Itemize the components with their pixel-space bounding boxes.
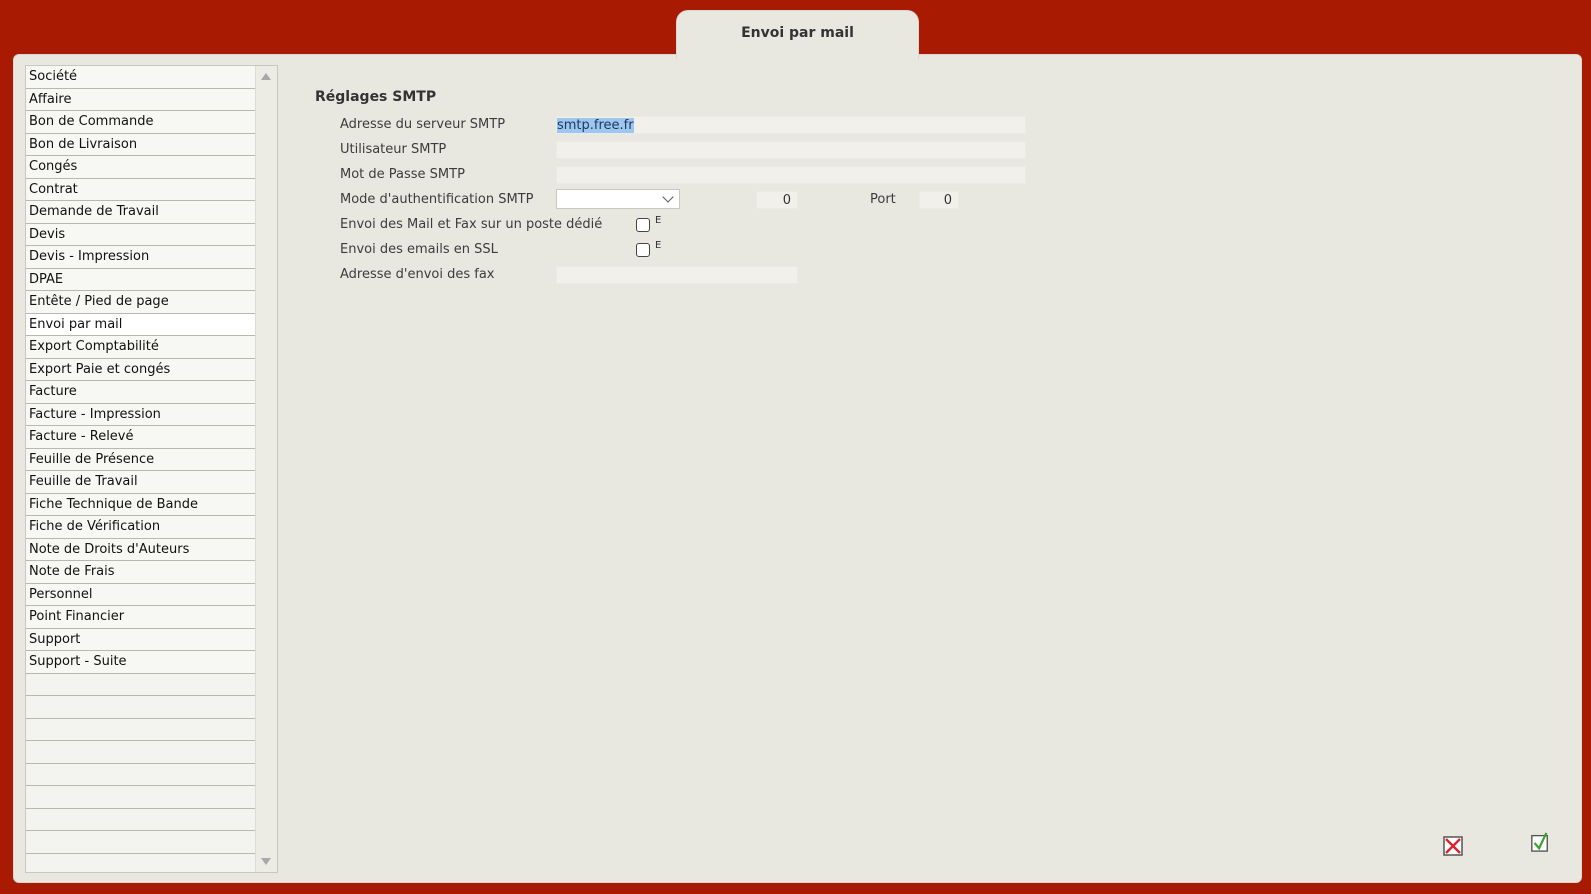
sidebar-item[interactable]: Demande de Travail (26, 201, 256, 224)
smtp-user-input[interactable] (556, 141, 1026, 159)
sidebar-item[interactable]: Affaire (26, 88, 256, 111)
auth-mode-label: Mode d'authentification SMTP (340, 192, 534, 207)
sidebar-item[interactable]: DPAE (26, 268, 256, 291)
sidebar-item[interactable]: Facture - Relevé (26, 426, 256, 449)
sidebar-empty-row (26, 853, 256, 872)
auth-number-input[interactable]: 0 (756, 191, 798, 209)
sidebar-item[interactable]: Bon de Livraison (26, 133, 256, 156)
cancel-x-icon[interactable] (1443, 836, 1463, 856)
smtp-server-label: Adresse du serveur SMTP (340, 117, 506, 132)
smtp-password-label: Mot de Passe SMTP (340, 167, 465, 182)
scroll-up-icon[interactable] (261, 73, 271, 80)
sidebar-empty-row (26, 696, 256, 719)
sidebar-empty-row (26, 673, 256, 696)
sidebar-scrollbar[interactable] (255, 66, 277, 872)
sidebar-item[interactable]: Entête / Pied de page (26, 291, 256, 314)
chevron-down-icon (662, 191, 674, 203)
smtp-server-value: smtp.free.fr (557, 118, 634, 133)
sidebar-item[interactable]: Bon de Commande (26, 111, 256, 134)
dedicated-post-checkbox[interactable] (636, 218, 650, 232)
sidebar-item[interactable]: Export Paie et congés (26, 358, 256, 381)
scroll-down-icon[interactable] (261, 858, 271, 865)
sidebar-item[interactable]: Support - Suite (26, 651, 256, 674)
sidebar-empty-row (26, 831, 256, 854)
sidebar-empty-row (26, 741, 256, 764)
sidebar-item[interactable]: Personnel (26, 583, 256, 606)
sidebar-item[interactable]: Facture - Impression (26, 403, 256, 426)
sidebar-item[interactable]: Fiche de Vérification (26, 516, 256, 539)
settings-sidebar: Société Affaire Bon de Commande Bon de Livr… (25, 65, 278, 873)
sidebar-item[interactable]: Feuille de Présence (26, 448, 256, 471)
sidebar-item[interactable]: Devis (26, 223, 256, 246)
sidebar-item[interactable]: Facture (26, 381, 256, 404)
sidebar-empty-row (26, 786, 256, 809)
sidebar-item[interactable]: Support (26, 628, 256, 651)
sidebar-empty-row (26, 763, 256, 786)
fax-address-label: Adresse d'envoi des fax (340, 267, 495, 282)
sidebar-item[interactable]: Feuille de Travail (26, 471, 256, 494)
sidebar-empty-row (26, 808, 256, 831)
sidebar-item[interactable]: Note de Frais (26, 561, 256, 584)
smtp-server-input[interactable]: smtp.free.fr (556, 116, 1026, 134)
sidebar-item[interactable]: Fiche Technique de Bande (26, 493, 256, 516)
tab-envoi-par-mail[interactable]: Envoi par mail (676, 10, 919, 59)
sidebar-item[interactable]: Contrat (26, 178, 256, 201)
sidebar-item[interactable]: Envoi par mail (26, 313, 256, 336)
confirm-check-icon[interactable] (1530, 832, 1550, 852)
sidebar-item[interactable]: Société (26, 66, 256, 89)
sidebar-item[interactable]: Congés (26, 156, 256, 179)
ssl-label: Envoi des emails en SSL (340, 242, 498, 257)
sidebar-item[interactable]: Point Financier (26, 606, 256, 629)
dedicated-post-label: Envoi des Mail et Fax sur un poste dédié (340, 217, 603, 232)
ssl-checkbox[interactable] (636, 243, 650, 257)
sidebar-list: Société Affaire Bon de Commande Bon de Livr… (26, 66, 256, 872)
ssl-tail: E (655, 240, 662, 251)
smtp-user-label: Utilisateur SMTP (340, 142, 447, 157)
dedicated-post-tail: E (655, 215, 662, 226)
port-input[interactable]: 0 (919, 191, 959, 209)
sidebar-item[interactable]: Note de Droits d'Auteurs (26, 538, 256, 561)
sidebar-empty-row (26, 718, 256, 741)
section-title: Réglages SMTP (315, 89, 437, 105)
sidebar-item[interactable]: Devis - Impression (26, 246, 256, 269)
smtp-password-input[interactable] (556, 166, 1026, 184)
fax-address-input[interactable] (556, 266, 798, 284)
port-label: Port (870, 192, 896, 207)
sidebar-item[interactable]: Export Comptabilité (26, 336, 256, 359)
auth-mode-select[interactable] (556, 189, 680, 209)
